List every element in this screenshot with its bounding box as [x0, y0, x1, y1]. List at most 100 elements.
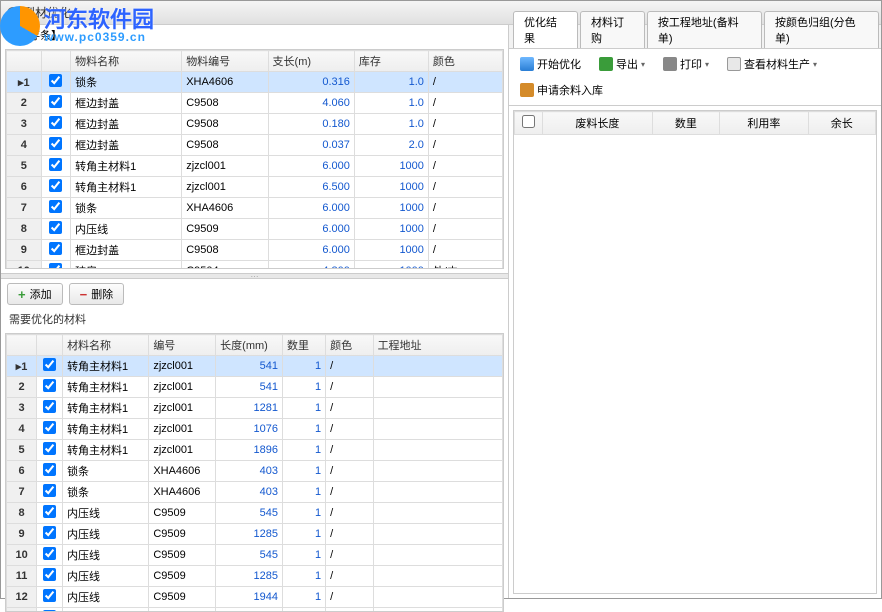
left-pane: 【库存条】 物料名称物料编号支长(m)库存颜色 ▸1 锁条XHA46060.31…: [1, 25, 509, 598]
row-checkbox[interactable]: [43, 589, 56, 602]
row-checkbox[interactable]: [49, 74, 62, 87]
col-header[interactable]: 支长(m): [268, 51, 354, 72]
chevron-down-icon: ▾: [813, 60, 817, 69]
material-grid[interactable]: 材料名称编号长度(mm)数里颜色工程地址 ▸1 转角主材料1zjzcl00154…: [5, 333, 504, 612]
export-icon: [599, 57, 613, 71]
delete-button[interactable]: −删除: [69, 283, 125, 305]
row-checkbox[interactable]: [43, 526, 56, 539]
row-checkbox[interactable]: [43, 442, 56, 455]
col-header[interactable]: 颜色: [428, 51, 502, 72]
row-checkbox[interactable]: [43, 400, 56, 413]
row-checkbox[interactable]: [49, 242, 62, 255]
result-grid[interactable]: 废料长度数里利用率余长: [513, 110, 877, 594]
table-row[interactable]: 9 框边封盖C95086.0001000/: [7, 240, 503, 261]
tab[interactable]: 优化结果: [513, 11, 578, 48]
row-checkbox[interactable]: [49, 137, 62, 150]
plus-icon: +: [18, 287, 26, 302]
table-row[interactable]: ▸1 转角主材料1zjzcl0015411/: [7, 356, 503, 377]
table-row[interactable]: 4 框边封盖C95080.0372.0/: [7, 135, 503, 156]
col-header[interactable]: 废料长度: [543, 112, 653, 135]
col-header[interactable]: 物料编号: [182, 51, 268, 72]
print-label: 打印: [680, 56, 702, 72]
table-row[interactable]: 2 框边封盖C95084.0601.0/: [7, 93, 503, 114]
row-checkbox[interactable]: [43, 547, 56, 560]
col-header[interactable]: 颜色: [326, 335, 373, 356]
row-checkbox[interactable]: [49, 158, 62, 171]
col-header[interactable]: [37, 335, 63, 356]
col-header[interactable]: 利用率: [720, 112, 809, 135]
right-pane: 优化结果材料订购按工程地址(备料单)按颜色归组(分色单) 开始优化 导出▾ 打印…: [509, 25, 881, 598]
window: 型材优化 河东软件园 www.pc0359.cn 【库存条】 物料名称物料编号支…: [0, 0, 882, 599]
export-button[interactable]: 导出▾: [592, 53, 652, 75]
row-checkbox[interactable]: [49, 221, 62, 234]
table-row[interactable]: 8 内压线C95096.0001000/: [7, 219, 503, 240]
col-header[interactable]: 长度(mm): [216, 335, 283, 356]
minus-icon: −: [80, 287, 88, 302]
table-row[interactable]: 7 锁条XHA46066.0001000/: [7, 198, 503, 219]
table-row[interactable]: 10 内压线C95095451/: [7, 545, 503, 566]
table-row[interactable]: 12 内压线C950919441/: [7, 587, 503, 608]
col-header[interactable]: 余长: [808, 112, 875, 135]
gear-icon: [7, 7, 19, 19]
row-checkbox[interactable]: [43, 463, 56, 476]
col-header[interactable]: 材料名称: [63, 335, 149, 356]
row-checkbox[interactable]: [49, 263, 62, 269]
apply-label: 申请余料入库: [537, 82, 603, 98]
row-checkbox[interactable]: [43, 505, 56, 518]
row-checkbox[interactable]: [49, 200, 62, 213]
table-row[interactable]: 5 转角主材料1zjzcl0016.0001000/: [7, 156, 503, 177]
col-header[interactable]: [7, 335, 37, 356]
table-row[interactable]: 5 转角主材料1zjzcl00118961/: [7, 440, 503, 461]
row-checkbox[interactable]: [49, 179, 62, 192]
table-row[interactable]: 13 内压线C950911241/: [7, 608, 503, 612]
table-row[interactable]: 6 转角主材料1zjzcl0016.5001000/: [7, 177, 503, 198]
row-checkbox[interactable]: [43, 421, 56, 434]
stock-tab-label: 【库存条】: [1, 25, 508, 45]
col-header[interactable]: 数里: [652, 112, 719, 135]
table-row[interactable]: 8 内压线C95095451/: [7, 503, 503, 524]
view-production-button[interactable]: 查看材料生产▾: [720, 53, 824, 75]
table-row[interactable]: 11 内压线C950912851/: [7, 566, 503, 587]
start-label: 开始优化: [537, 56, 581, 72]
apply-stock-button[interactable]: 申请余料入库: [513, 79, 610, 101]
col-header[interactable]: 物料名称: [71, 51, 182, 72]
optimize-icon: [520, 57, 534, 71]
col-header[interactable]: [7, 51, 42, 72]
add-button[interactable]: + 添加: [7, 283, 63, 305]
print-button[interactable]: 打印▾: [656, 53, 716, 75]
stock-grid[interactable]: 物料名称物料编号支长(m)库存颜色 ▸1 锁条XHA46060.3161.0/2…: [5, 49, 504, 269]
col-header[interactable]: 编号: [149, 335, 216, 356]
chevron-down-icon: ▾: [705, 60, 709, 69]
table-row[interactable]: 9 内压线C950912851/: [7, 524, 503, 545]
row-checkbox[interactable]: [49, 116, 62, 129]
select-all-checkbox[interactable]: [522, 115, 535, 128]
tab[interactable]: 按工程地址(备料单): [647, 11, 762, 48]
row-checkbox[interactable]: [43, 358, 56, 371]
col-header[interactable]: [515, 112, 543, 135]
start-optimize-button[interactable]: 开始优化: [513, 53, 588, 75]
col-header[interactable]: 工程地址: [373, 335, 502, 356]
right-tabs: 优化结果材料订购按工程地址(备料单)按颜色归组(分色单): [509, 25, 881, 49]
row-checkbox[interactable]: [43, 484, 56, 497]
row-checkbox[interactable]: [43, 568, 56, 581]
table-row[interactable]: 3 框边封盖C95080.1801.0/: [7, 114, 503, 135]
table-row[interactable]: 2 转角主材料1zjzcl0015411/: [7, 377, 503, 398]
table-row[interactable]: ▸1 锁条XHA46060.3161.0/: [7, 72, 503, 93]
table-row[interactable]: 3 转角主材料1zjzcl00112811/: [7, 398, 503, 419]
col-header[interactable]: 库存: [354, 51, 428, 72]
table-row[interactable]: 10 玻扇C95044.8001000外/内: [7, 261, 503, 270]
col-header[interactable]: [41, 51, 71, 72]
window-title: 型材优化: [23, 4, 71, 21]
tab[interactable]: 材料订购: [580, 11, 645, 48]
table-row[interactable]: 4 转角主材料1zjzcl00110761/: [7, 419, 503, 440]
export-label: 导出: [616, 56, 638, 72]
tab[interactable]: 按颜色归组(分色单): [764, 11, 879, 48]
table-row[interactable]: 6 锁条XHA46064031/: [7, 461, 503, 482]
toolbar: + 添加 −删除: [1, 279, 508, 309]
right-toolbar: 开始优化 导出▾ 打印▾ 查看材料生产▾ 申请余料入库: [509, 49, 881, 106]
row-checkbox[interactable]: [49, 95, 62, 108]
table-row[interactable]: 7 锁条XHA46064031/: [7, 482, 503, 503]
row-checkbox[interactable]: [43, 379, 56, 392]
col-header[interactable]: 数里: [283, 335, 326, 356]
add-label: 添加: [30, 286, 52, 302]
